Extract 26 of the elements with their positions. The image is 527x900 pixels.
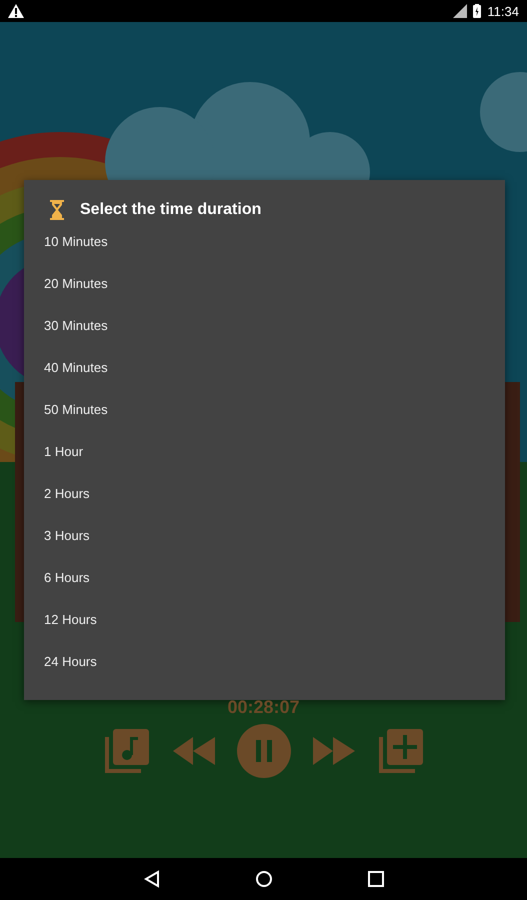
duration-option[interactable]: 20 Minutes [24,263,505,305]
duration-option[interactable]: 1 Hour [24,431,505,473]
duration-option[interactable]: 10 Minutes [24,221,505,263]
duration-option[interactable]: 30 Minutes [24,305,505,347]
recents-icon[interactable] [368,871,384,887]
warning-icon [8,4,24,18]
duration-option[interactable]: 3 Hours [24,515,505,557]
rewind-icon[interactable] [172,737,214,765]
home-icon[interactable] [254,870,272,888]
battery-icon [473,4,482,18]
hourglass-icon [50,200,64,220]
music-library-icon[interactable] [102,727,150,775]
duration-option[interactable]: 2 Hours [24,473,505,515]
duration-option[interactable]: 40 Minutes [24,347,505,389]
fast-forward-icon[interactable] [312,737,354,765]
duration-option[interactable]: 6 Hours [24,557,505,599]
add-to-playlist-icon[interactable] [376,727,424,775]
back-icon[interactable] [144,870,160,888]
duration-option[interactable]: 24 Hours [24,641,505,683]
clock-time: 11:34 [487,4,519,18]
signal-icon [453,4,468,18]
duration-option[interactable]: 50 Minutes [24,389,505,431]
duration-option[interactable]: 12 Hours [24,599,505,641]
pause-button-icon[interactable] [236,724,290,778]
elapsed-time: 00:28:07 [227,697,300,718]
dialog-title: Select the time duration [80,201,262,219]
